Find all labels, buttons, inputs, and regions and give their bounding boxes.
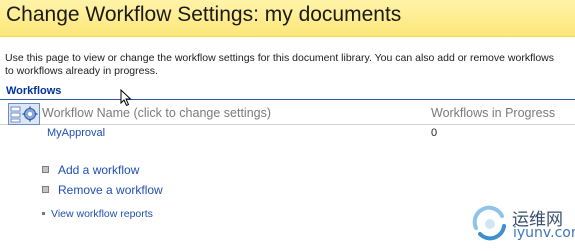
workflows-section-title: Workflows [6, 85, 62, 97]
column-header-workflows-in-progress: Workflows in Progress [431, 106, 556, 120]
workflows-in-progress-count: 0 [431, 127, 438, 139]
table-header-row: Workflow Name (click to change settings)… [0, 102, 575, 125]
page-title: Change Workflow Settings: my documents [6, 3, 402, 26]
remove-workflow-link[interactable]: Remove a workflow [42, 183, 163, 197]
mouse-pointer-icon [120, 88, 132, 107]
section-divider [0, 99, 575, 100]
watermark-logo-icon [470, 202, 510, 246]
page-description: Use this page to view or change the work… [5, 52, 575, 78]
remove-workflow-label: Remove a workflow [58, 183, 163, 197]
add-workflow-label: Add a workflow [58, 163, 140, 177]
watermark-text-en: iyunv.com [513, 225, 575, 241]
view-workflow-reports-label: View workflow reports [51, 208, 153, 220]
description-line-1: Use this page to view or change the work… [5, 52, 554, 64]
table-row: MyApproval 0 [0, 124, 575, 140]
column-header-workflow-name: Workflow Name (click to change settings) [42, 106, 272, 120]
view-workflow-reports-link[interactable]: View workflow reports [42, 208, 153, 220]
watermark: 运维网 iyunv.com [470, 201, 575, 248]
workflow-link-myapproval[interactable]: MyApproval [47, 127, 105, 139]
page-title-bar: Change Workflow Settings: my documents [0, 0, 575, 37]
bullet-icon [42, 186, 49, 193]
description-line-2: to workflows already in progress. [5, 65, 158, 77]
bullet-icon [42, 166, 49, 173]
bullet-icon [42, 212, 45, 215]
add-workflow-link[interactable]: Add a workflow [42, 163, 139, 177]
workflow-settings-icon [8, 103, 40, 125]
